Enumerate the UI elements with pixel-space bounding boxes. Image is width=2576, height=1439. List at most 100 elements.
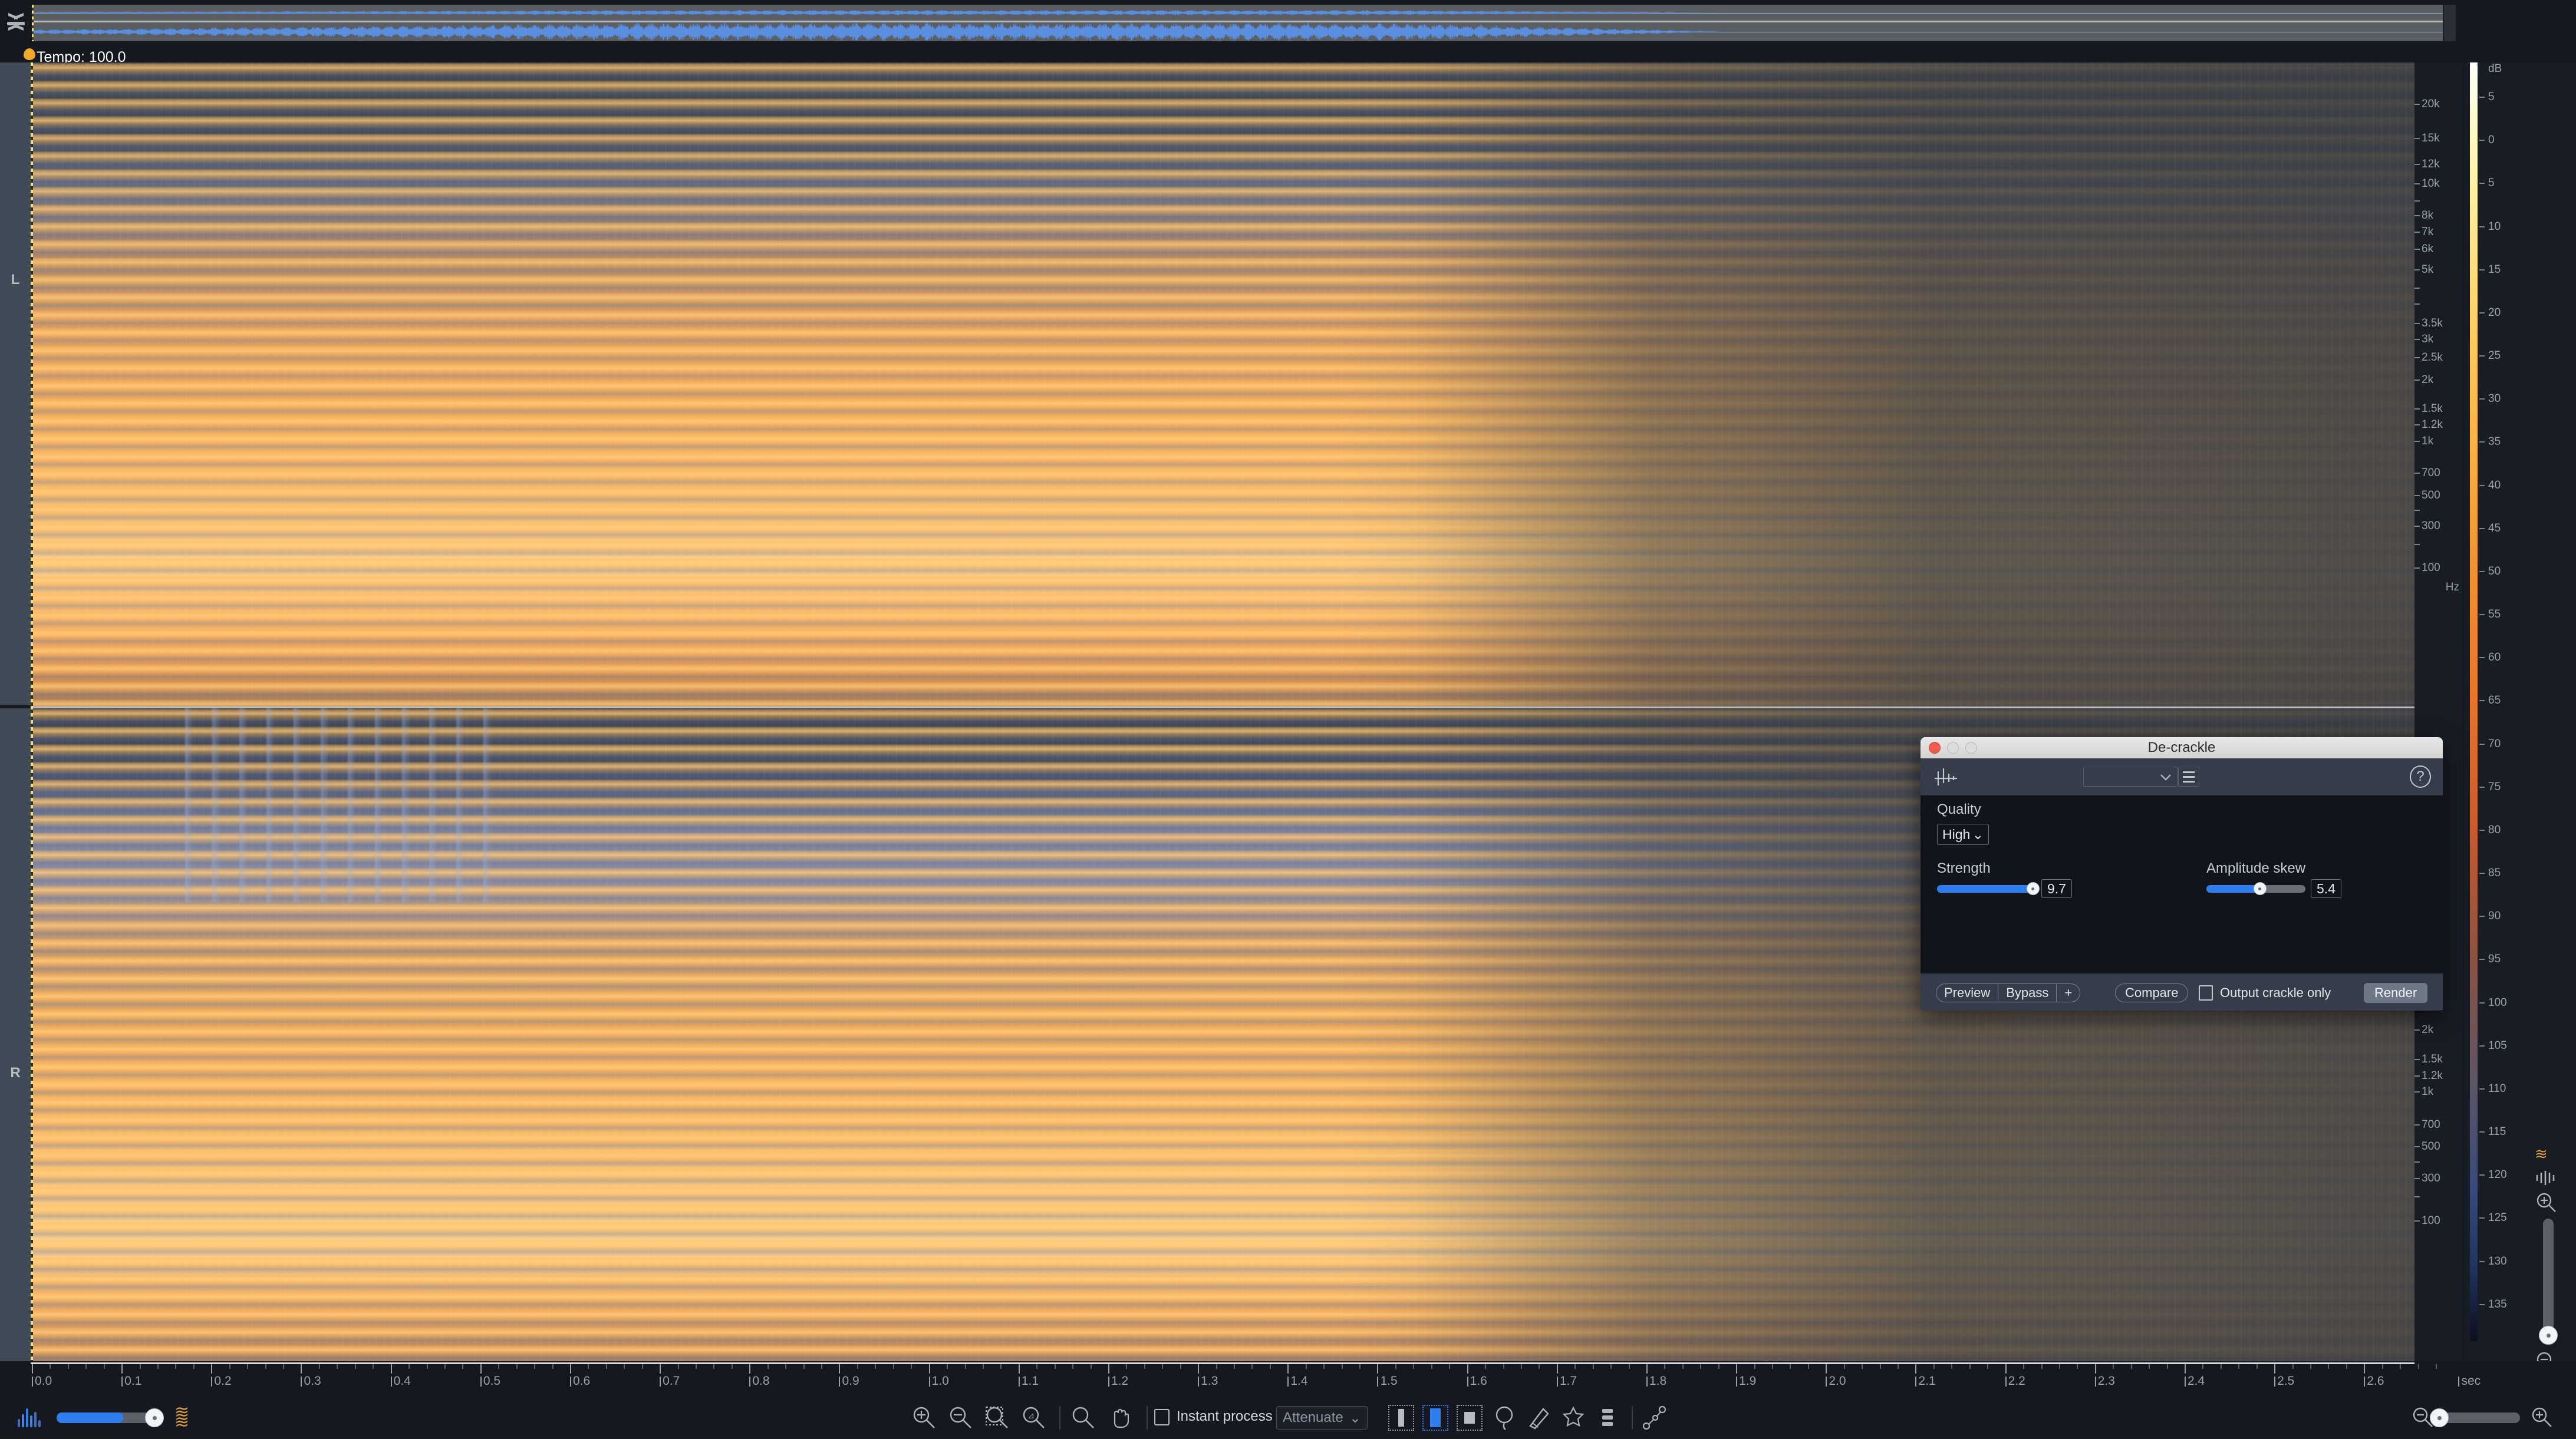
- harmonic-selection-icon[interactable]: [1594, 1405, 1621, 1431]
- time-frequency-selection-icon[interactable]: [1422, 1405, 1448, 1431]
- time-tick-minor: [2041, 1364, 2043, 1369]
- db-tick: 95: [2479, 953, 2501, 966]
- time-tick-major: [2005, 1364, 2007, 1374]
- frequency-tick: 8k: [2414, 209, 2463, 222]
- waveform-toggle-icon[interactable]: [2534, 1170, 2559, 1186]
- time-tick-minor: [1234, 1364, 1236, 1369]
- de-crackle-dialog[interactable]: De-crackle ? Quality High ⌄ Strength 9.7…: [1921, 737, 2443, 1011]
- time-tick-minor: [1754, 1364, 1755, 1369]
- magnifier-tool-icon[interactable]: [1070, 1405, 1097, 1431]
- channel-gutter-right[interactable]: R: [0, 708, 31, 1361]
- spectrogram-left-channel[interactable]: [31, 62, 2414, 707]
- vertical-zoom-widget[interactable]: ≋: [2529, 1146, 2570, 1373]
- tempo-marker-pin[interactable]: [24, 48, 35, 62]
- vertical-zoom-handle[interactable]: [2539, 1326, 2558, 1345]
- preset-select[interactable]: [2083, 767, 2178, 787]
- amplitude-skew-slider-handle[interactable]: [2253, 882, 2267, 895]
- toolbar-divider: [1147, 1406, 1148, 1430]
- output-crackle-only-checkbox[interactable]: [2199, 985, 2213, 1001]
- strength-value-field[interactable]: 9.7: [2041, 879, 2072, 898]
- amplitude-skew-label: Amplitude skew: [2206, 860, 2306, 876]
- time-ruler[interactable]: 0.0 0.1 0.2 0.3 0.4 0.5 0.6 0.7 0.8 0.9 1.0 1.1 1.2 1…: [0, 1361, 2576, 1395]
- frequency-tick: [2414, 504, 2463, 517]
- zoom-in-icon[interactable]: [2529, 1405, 2556, 1431]
- time-label: 0.8: [749, 1374, 770, 1388]
- preview-button[interactable]: Preview: [1936, 984, 1999, 1002]
- process-mode-select[interactable]: Attenuate ⌄: [1276, 1406, 1368, 1430]
- frequency-tick: 10k: [2414, 177, 2463, 190]
- zoom-in-icon[interactable]: [2535, 1192, 2558, 1214]
- time-tick-minor: [373, 1364, 374, 1369]
- zoom-to-selection-icon[interactable]: [984, 1405, 1011, 1431]
- frequency-tick: 1k: [2414, 435, 2463, 448]
- maximize-icon[interactable]: [1965, 742, 1977, 754]
- instant-process-checkbox[interactable]: [1154, 1409, 1170, 1425]
- db-tick: 125: [2479, 1212, 2507, 1225]
- compare-button[interactable]: Compare: [2115, 983, 2189, 1002]
- horizontal-zoom-handle[interactable]: [2430, 1408, 2449, 1427]
- spectrogram-canvas[interactable]: [31, 62, 2414, 1361]
- overview-scrollbar[interactable]: [2444, 5, 2456, 41]
- db-tick: 0: [2479, 134, 2495, 147]
- spectrogram-playhead[interactable]: [31, 62, 33, 1361]
- collapse-expand-icon[interactable]: [4, 4, 28, 44]
- blend-slider-handle[interactable]: [145, 1408, 164, 1427]
- selection-glyph: [1464, 1412, 1475, 1424]
- time-tick-minor: [247, 1364, 249, 1369]
- time-label: 2.1: [1915, 1374, 1936, 1388]
- time-tick-minor: [982, 1364, 984, 1369]
- time-tick-minor: [265, 1364, 266, 1369]
- overview-strip: [0, 0, 2576, 47]
- frequency-ruler[interactable]: 20k 15k 12k 10k 8k 7k 6k 5k 3.5k 3k 2.5k 2k 1.5k 1.2k…: [2414, 62, 2463, 1361]
- amplitude-skew-value-field[interactable]: 5.4: [2311, 879, 2341, 898]
- hand-tool-icon[interactable]: [1106, 1405, 1134, 1431]
- time-tick-major: [928, 1364, 930, 1374]
- time-tick-minor: [892, 1364, 894, 1369]
- path-selection-icon[interactable]: [1641, 1405, 1668, 1431]
- rectangle-selection-icon[interactable]: [1457, 1405, 1483, 1431]
- time-tick-major: [1915, 1364, 1917, 1374]
- time-label: 1.4: [1287, 1374, 1308, 1388]
- help-icon[interactable]: ?: [2410, 765, 2431, 788]
- magic-wand-selection-icon[interactable]: [1560, 1405, 1587, 1431]
- close-icon[interactable]: [1929, 742, 1941, 754]
- overview-playhead[interactable]: [32, 5, 34, 41]
- zoom-in-icon[interactable]: [911, 1405, 938, 1431]
- vertical-zoom-slider[interactable]: [2543, 1219, 2554, 1336]
- time-tick-minor: [1951, 1364, 1953, 1369]
- zoom-out-icon[interactable]: [947, 1405, 974, 1431]
- toolbar-divider: [1632, 1406, 1633, 1430]
- time-tick-minor: [1700, 1364, 1702, 1369]
- strength-slider-handle[interactable]: [2026, 882, 2040, 895]
- spectrogram-toggle-icon[interactable]: ≋: [2535, 1146, 2548, 1161]
- time-tick-minor: [677, 1364, 679, 1369]
- frequency-tick: 2.5k: [2414, 351, 2463, 364]
- time-tick-minor: [1628, 1364, 1630, 1369]
- channel-gutter-left[interactable]: L: [0, 62, 31, 707]
- time-selection-icon[interactable]: [1388, 1405, 1414, 1431]
- time-tick-major: [1108, 1364, 1109, 1374]
- zoom-fit-icon[interactable]: ⊿: [1020, 1405, 1047, 1431]
- waveform-icon[interactable]: [17, 1407, 42, 1427]
- overview-waveform[interactable]: [32, 5, 2443, 41]
- time-tick-major: [121, 1364, 123, 1374]
- time-tick-minor: [426, 1364, 428, 1369]
- time-label: 0.7: [660, 1374, 680, 1388]
- db-tick: 25: [2479, 349, 2501, 362]
- hamburger-menu-icon[interactable]: [2178, 767, 2199, 787]
- quality-select[interactable]: High ⌄: [1937, 824, 1989, 845]
- add-bypass-button[interactable]: +: [2057, 984, 2080, 1002]
- render-button[interactable]: Render: [2364, 983, 2428, 1003]
- time-tick-minor: [1413, 1364, 1415, 1369]
- time-tick-minor: [2149, 1364, 2150, 1369]
- dialog-titlebar[interactable]: De-crackle: [1921, 737, 2443, 758]
- brush-selection-icon[interactable]: [1526, 1405, 1553, 1431]
- bypass-button[interactable]: Bypass: [1998, 984, 2057, 1002]
- spectrogram-icon[interactable]: ≋ ≋: [174, 1404, 189, 1431]
- time-tick-minor: [1323, 1364, 1325, 1369]
- lasso-selection-icon[interactable]: [1491, 1405, 1518, 1431]
- db-tick: 10: [2479, 220, 2501, 233]
- minimize-icon[interactable]: [1947, 742, 1959, 754]
- time-tick-minor: [2310, 1364, 2311, 1369]
- time-tick-minor: [85, 1364, 87, 1369]
